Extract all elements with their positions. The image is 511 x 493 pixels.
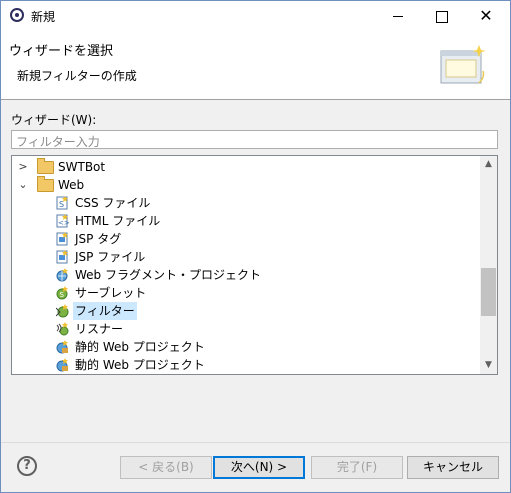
folder-icon: [37, 158, 54, 174]
chevron-down-icon[interactable]: ⌄: [18, 176, 28, 194]
html-file-icon: <>: [56, 214, 69, 228]
header-separator: [1, 99, 510, 100]
wizard-banner-icon: [440, 45, 486, 84]
web-fragment-project-icon: [56, 268, 68, 282]
tree-item-label: CSS ファイル: [75, 196, 151, 210]
tree-item-web[interactable]: ⌄ Web: [12, 176, 480, 194]
tree-item-static-web-project[interactable]: 静的 Web プロジェクト: [12, 338, 480, 356]
tree-item-label: Web フラグメント・プロジェクト: [75, 268, 261, 282]
tree-item-servlet[interactable]: S サーブレット: [12, 284, 480, 302]
css-file-icon: S: [56, 196, 68, 210]
tree-item-html-file[interactable]: <> HTML ファイル: [12, 212, 480, 230]
svg-text:S: S: [60, 291, 65, 299]
header-description: 新規フィルターの作成: [17, 69, 137, 83]
back-button[interactable]: < 戻る(B): [120, 456, 212, 479]
filter-icon: [56, 304, 69, 318]
tree-item-filter[interactable]: フィルター: [12, 302, 480, 320]
filter-input[interactable]: フィルター入力: [11, 130, 498, 149]
wizards-label: ウィザード(W):: [11, 113, 97, 127]
scroll-down-icon[interactable]: ▼: [480, 357, 497, 374]
listener-icon: [56, 322, 69, 336]
tree-item-label: Web: [58, 178, 85, 192]
tree-item-jsp-file[interactable]: JSP ファイル: [12, 248, 480, 266]
new-wizard-dialog: 新規 ✕ ウィザードを選択 新規フィルターの作成 ウィザード(W): フィルター…: [0, 0, 511, 493]
header-title: ウィザードを選択: [9, 44, 114, 59]
tree-item-jsp-tag[interactable]: JSP タグ: [12, 230, 480, 248]
tree-item-label: フィルター: [73, 302, 137, 320]
chevron-right-icon[interactable]: >: [18, 158, 28, 176]
tree-item-label: HTML ファイル: [75, 214, 161, 228]
minimize-icon: [393, 16, 403, 17]
title-bar: 新規 ✕: [1, 1, 510, 31]
tree-item-css-file[interactable]: S CSS ファイル: [12, 194, 480, 212]
svg-text:<>: <>: [58, 219, 69, 227]
wizard-header: ウィザードを選択 新規フィルターの作成: [1, 31, 510, 99]
minimize-button[interactable]: [376, 1, 420, 31]
tree-item-label: 動的 Web プロジェクト: [75, 358, 205, 372]
tree-item-label: JSP ファイル: [75, 250, 146, 264]
jsp-tag-icon: [56, 232, 68, 246]
folder-open-icon: [37, 176, 54, 192]
finish-button[interactable]: 完了(F): [311, 456, 403, 479]
cancel-button[interactable]: キャンセル: [407, 456, 499, 479]
maximize-button[interactable]: [420, 1, 464, 31]
tree-item-web-fragment-project[interactable]: Web フラグメント・プロジェクト: [12, 266, 480, 284]
wizard-tree[interactable]: > SWTBot ⌄ Web S CSS ファイル <> HTML ファイル J…: [11, 155, 498, 375]
tree-item-dynamic-web-project[interactable]: 動的 Web プロジェクト: [12, 356, 480, 374]
close-icon: ✕: [479, 6, 493, 25]
footer-separator: [1, 442, 510, 443]
scroll-up-icon[interactable]: ▲: [480, 156, 497, 173]
tree-item-label: サーブレット: [75, 286, 147, 300]
close-button[interactable]: ✕: [464, 1, 508, 31]
dynamic-web-project-icon: [56, 358, 68, 372]
next-button[interactable]: 次へ(N) >: [213, 456, 305, 479]
help-icon[interactable]: ?: [17, 456, 37, 476]
tree-item-label: SWTBot: [58, 160, 106, 174]
tree-vertical-scrollbar[interactable]: ▲ ▼: [480, 156, 497, 374]
servlet-icon: S: [56, 286, 68, 300]
tree-item-label: JSP タグ: [75, 232, 122, 246]
tree-item-swtbot[interactable]: > SWTBot: [12, 158, 480, 176]
jsp-file-icon: [56, 250, 68, 264]
eclipse-icon: [10, 8, 24, 22]
window-title: 新規: [31, 10, 56, 24]
scrollbar-thumb[interactable]: [481, 268, 496, 316]
maximize-icon: [436, 11, 448, 23]
tree-item-label: リスナー: [75, 322, 124, 336]
tree-item-label: 静的 Web プロジェクト: [75, 340, 205, 354]
tree-item-listener[interactable]: リスナー: [12, 320, 480, 338]
static-web-project-icon: [56, 340, 68, 354]
